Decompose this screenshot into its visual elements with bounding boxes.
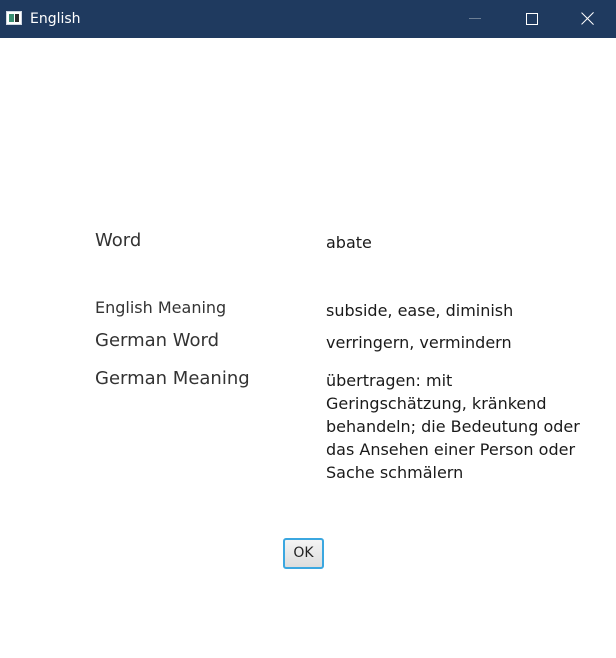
maximize-icon xyxy=(526,13,538,25)
minimize-button[interactable] xyxy=(452,0,498,38)
window-title: English xyxy=(30,11,81,27)
english-meaning-label: English Meaning xyxy=(95,298,227,317)
close-icon xyxy=(580,10,596,26)
minimize-icon xyxy=(469,18,481,19)
english-meaning-value: subside, ease, diminish xyxy=(326,301,514,320)
title-bar[interactable]: English xyxy=(0,0,616,38)
german-meaning-value: übertragen: mit Geringschätzung, kränken… xyxy=(326,371,580,482)
app-icon xyxy=(6,11,22,25)
maximize-button[interactable] xyxy=(508,0,554,38)
close-button[interactable] xyxy=(564,0,610,38)
german-word-value: verringern, vermindern xyxy=(326,333,512,352)
german-word-label: German Word xyxy=(95,330,220,351)
german-meaning-label: German Meaning xyxy=(95,368,250,389)
word-value: abate xyxy=(326,233,372,252)
word-label: Word xyxy=(95,230,142,251)
app-window: English Word abate English Meaning subsi… xyxy=(0,0,616,658)
ok-button[interactable]: OK xyxy=(283,538,324,569)
